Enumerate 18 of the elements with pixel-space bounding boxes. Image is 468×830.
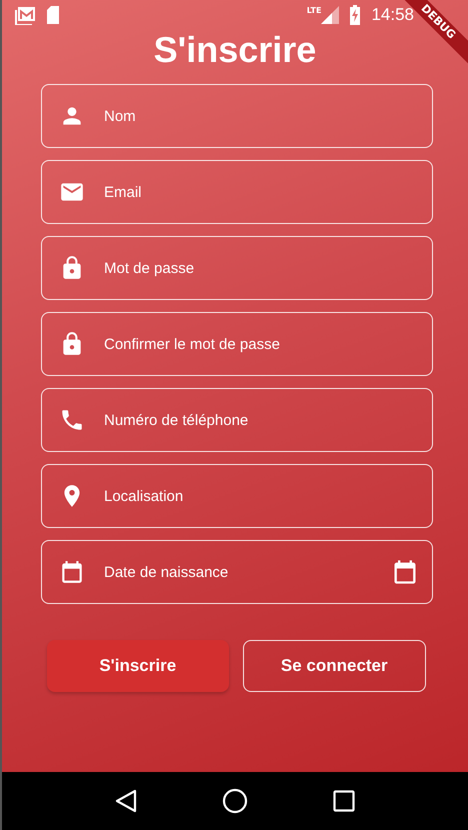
battery-icon (349, 5, 362, 25)
input-field[interactable]: Confirmer le mot de passe (41, 312, 433, 376)
login-button[interactable]: Se connecter (242, 640, 426, 692)
input-field[interactable]: Mot de passe (41, 236, 433, 300)
gallery-icon (14, 5, 36, 25)
home-icon[interactable] (222, 788, 248, 814)
recents-icon[interactable] (333, 790, 356, 812)
input-field[interactable]: Date de naissance (41, 540, 433, 604)
input-field[interactable]: Localisation (41, 464, 433, 528)
back-icon[interactable] (114, 789, 137, 813)
input-field[interactable]: Numéro de téléphone (41, 388, 433, 452)
clock-time: 14:58 (371, 5, 414, 25)
sign-up-button[interactable]: S'inscrire (47, 640, 228, 692)
input-field[interactable]: Email (41, 160, 433, 224)
signal-icon (321, 6, 340, 24)
network-type: LTE (306, 6, 322, 15)
sd-card-icon (46, 5, 60, 25)
input-field[interactable]: Nom (41, 84, 433, 148)
